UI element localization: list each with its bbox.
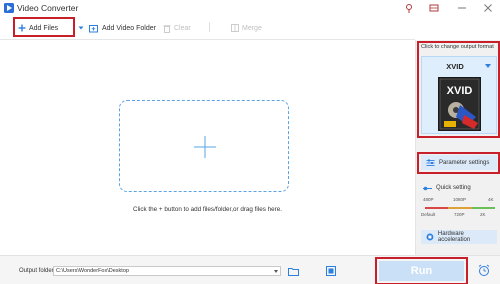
file-list-area[interactable]: Click the + button to add files/folder,o… [0, 40, 415, 255]
bottom-bar: Output folder: C:\Users\WonderFox\Deskto… [0, 255, 500, 284]
drop-zone[interactable] [119, 100, 289, 192]
window-title: Video Converter [17, 3, 79, 13]
minimize-icon[interactable] [455, 2, 469, 14]
close-icon[interactable] [481, 2, 495, 14]
chevron-down-icon[interactable] [274, 270, 278, 273]
pin-icon[interactable] [402, 2, 416, 14]
output-settings-panel: Click to change output format XVID XVID … [415, 40, 500, 255]
parameter-settings-button[interactable]: Parameter settings [421, 155, 497, 170]
app-logo-icon [4, 3, 14, 13]
alarm-clock-icon[interactable] [478, 264, 490, 277]
title-bar: Video Converter [0, 0, 500, 16]
add-files-button[interactable]: Add Files [18, 21, 58, 35]
plus-icon [18, 24, 26, 32]
parameter-settings-label: Parameter settings [439, 159, 490, 166]
output-folder-path: C:\Users\WonderFox\Desktop [56, 268, 129, 274]
format-name: XVID [446, 62, 464, 71]
toolbar-divider [209, 22, 210, 32]
slider-icon [423, 186, 432, 190]
format-caption: Click to change output format [421, 44, 494, 50]
add-video-folder-button[interactable]: Add Video Folder [89, 21, 156, 35]
merge-icon [231, 24, 239, 32]
quality-label-1080p: 1080P [453, 197, 467, 202]
add-files-dropdown[interactable] [78, 21, 84, 35]
quality-label-default: Default [421, 212, 436, 217]
output-format-selector[interactable]: XVID XVID [421, 56, 497, 134]
quality-slider[interactable] [425, 207, 495, 209]
chevron-down-icon[interactable] [485, 64, 491, 68]
open-folder-icon[interactable] [326, 266, 336, 276]
run-button[interactable]: Run [379, 261, 464, 281]
quick-setting-label: Quick setting [436, 185, 471, 191]
cart-icon[interactable] [427, 2, 441, 14]
xvid-format-icon: XVID [438, 77, 481, 131]
plus-icon[interactable] [194, 136, 216, 158]
quick-setting-header: Quick setting [423, 185, 471, 191]
hardware-acceleration-button[interactable]: Hardware acceleration [421, 230, 497, 244]
chip-icon [426, 233, 434, 241]
quality-label-4k: 4K [488, 197, 494, 202]
quality-label-2k: 2K [480, 212, 486, 217]
clear-label: Clear [174, 24, 191, 32]
output-folder-field[interactable]: C:\Users\WonderFox\Desktop [53, 266, 281, 276]
browse-folder-icon[interactable] [288, 267, 299, 276]
merge-label: Merge [242, 24, 262, 32]
clear-button[interactable]: Clear [163, 21, 191, 35]
chevron-down-icon [78, 26, 84, 30]
quality-label-720p: 720P [454, 212, 465, 217]
quality-label-480p: 480P [423, 197, 434, 202]
output-folder-label: Output folder: [19, 268, 56, 274]
thumb-label: XVID [447, 85, 473, 97]
hardware-acceleration-label: Hardware acceleration [437, 231, 471, 243]
add-files-label: Add Files [29, 24, 59, 32]
folder-add-icon [89, 24, 98, 32]
sliders-icon [426, 159, 435, 166]
trash-icon [163, 24, 171, 33]
toolbar: Add Files Add Video Folder Clear Merge [0, 16, 415, 40]
merge-button[interactable]: Merge [231, 21, 262, 35]
drop-hint: Click the + button to add files/folder,o… [133, 206, 282, 213]
add-video-folder-label: Add Video Folder [102, 24, 156, 32]
